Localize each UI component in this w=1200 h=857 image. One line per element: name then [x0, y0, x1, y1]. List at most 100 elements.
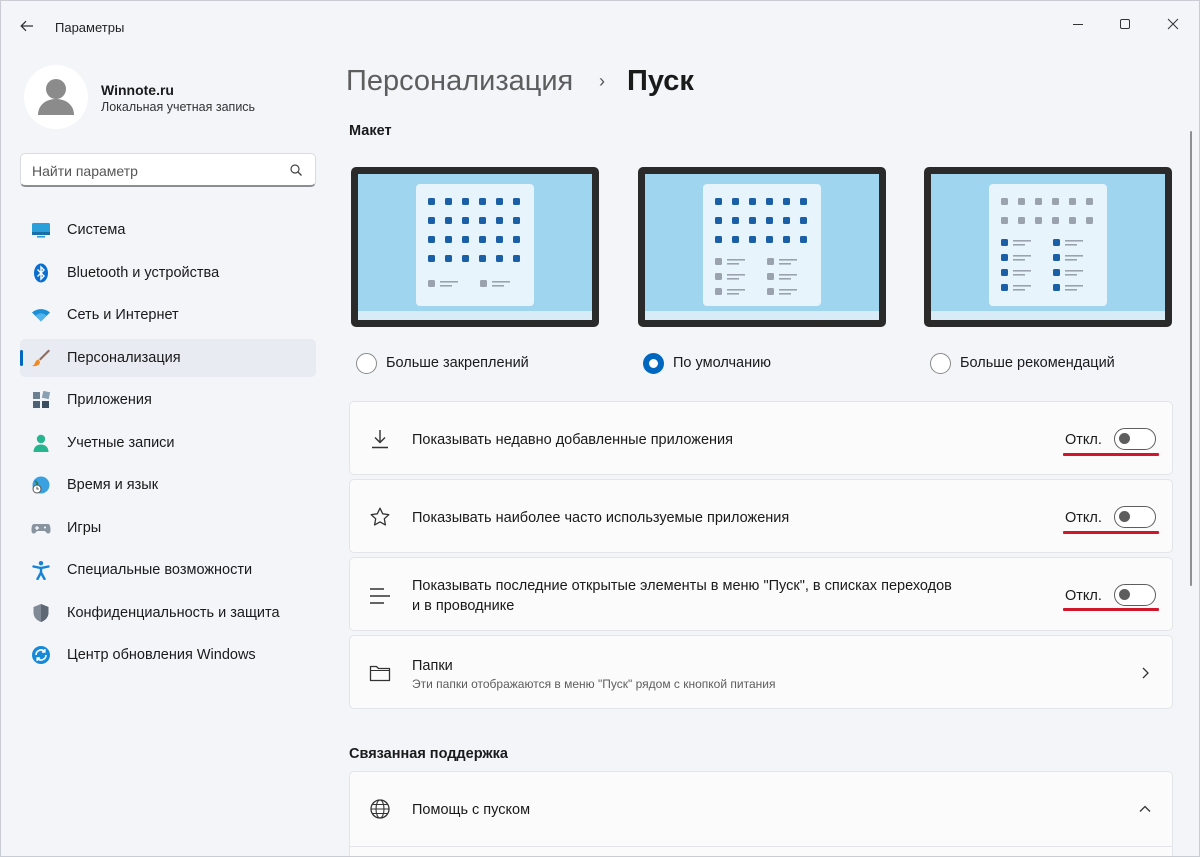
toggle-knob: [1119, 433, 1130, 444]
maximize-button[interactable]: [1102, 9, 1148, 39]
radio-button[interactable]: [930, 353, 951, 374]
preview-screen: [931, 174, 1165, 320]
highlight-underline: [1063, 453, 1159, 456]
title-bar: Параметры: [1, 1, 1199, 47]
default-grid-preview: [715, 198, 807, 295]
toggle-state: Откл.: [1065, 432, 1102, 448]
preview-screen: [358, 174, 592, 320]
accessibility-icon: [32, 561, 50, 580]
globe-icon: [370, 799, 390, 819]
vertical-scrollbar[interactable]: [1190, 131, 1192, 586]
sidebar-item-label: Система: [67, 222, 126, 238]
account-name: Winnote.ru: [101, 82, 174, 98]
close-button[interactable]: [1150, 9, 1196, 39]
layout-preview-default[interactable]: [638, 167, 886, 327]
gamepad-icon: [31, 524, 51, 534]
window-title: Параметры: [55, 20, 125, 35]
setting-label: Показывать последние открытые элементы в…: [412, 578, 952, 594]
sidebar-item-network[interactable]: Сеть и Интернет: [20, 296, 316, 334]
layout-preview-more-pins[interactable]: [351, 167, 599, 327]
person-icon: [33, 434, 49, 452]
back-button[interactable]: [15, 14, 39, 38]
download-icon: [372, 430, 388, 449]
list-icon: [370, 588, 390, 604]
sidebar-item-label: Центр обновления Windows: [67, 647, 256, 663]
toggle-switch[interactable]: [1114, 584, 1156, 606]
radio-label: Больше рекомендаций: [960, 355, 1115, 371]
setting-label-line2: и в проводнике: [412, 598, 515, 614]
sidebar-item-bluetooth[interactable]: Bluetooth и устройства: [20, 254, 316, 292]
folders-link[interactable]: Папки Эти папки отображаются в меню "Пус…: [349, 635, 1173, 709]
settings-window: Параметры Winnote.ru Локальная учетная з…: [0, 0, 1200, 857]
sidebar-item-label: Персонализация: [67, 350, 181, 366]
toggle-knob: [1119, 511, 1130, 522]
start-panel-preview: [703, 184, 821, 306]
minimize-icon: [1073, 24, 1083, 25]
sidebar-item-accessibility[interactable]: Специальные возможности: [20, 551, 316, 589]
monitor-icon: [32, 223, 50, 238]
breadcrumb-separator: ›: [599, 71, 605, 91]
account-type: Локальная учетная запись: [101, 100, 256, 114]
radio-button[interactable]: [356, 353, 377, 374]
sidebar-item-time-language[interactable]: Время и язык: [20, 466, 316, 504]
setting-most-used: Показывать наиболее часто используемые п…: [349, 479, 1173, 553]
folders-title: Папки: [412, 658, 453, 674]
sidebar-item-label: Bluetooth и устройства: [67, 265, 220, 281]
sidebar-item-label: Приложения: [67, 392, 152, 408]
search-icon: [290, 164, 302, 176]
sidebar-item-personalization[interactable]: Персонализация: [20, 339, 316, 377]
folder-icon: [369, 665, 391, 682]
close-icon: [1167, 18, 1179, 30]
toggle-state: Откл.: [1065, 510, 1102, 526]
maximize-icon: [1120, 19, 1130, 29]
sidebar-item-accounts[interactable]: Учетные записи: [20, 424, 316, 462]
chevron-right-icon: [1142, 667, 1149, 679]
minimize-button[interactable]: [1055, 9, 1101, 39]
search-placeholder: Найти параметр: [32, 163, 138, 179]
sidebar-item-gaming[interactable]: Игры: [20, 509, 316, 547]
sidebar-item-windows-update[interactable]: Центр обновления Windows: [20, 636, 316, 674]
breadcrumb-parent[interactable]: Персонализация: [346, 65, 573, 98]
page-title: Пуск: [627, 65, 694, 97]
clock-globe-icon: [32, 476, 50, 494]
arrow-left-icon: [20, 20, 33, 32]
sidebar-item-label: Учетные записи: [67, 435, 175, 451]
sidebar-item-label: Время и язык: [67, 477, 159, 493]
sidebar-item-label: Специальные возможности: [67, 562, 253, 578]
apps-icon: [33, 390, 51, 408]
highlight-underline: [1063, 531, 1159, 534]
start-panel-preview: [989, 184, 1107, 306]
setting-recent-items: Показывать последние открытые элементы в…: [349, 557, 1173, 631]
sidebar-item-label: Сеть и Интернет: [67, 307, 179, 323]
sidebar-item-apps[interactable]: Приложения: [20, 381, 316, 419]
radio-button-selected[interactable]: [643, 353, 664, 374]
avatar[interactable]: [24, 65, 88, 129]
toggle-switch[interactable]: [1114, 506, 1156, 528]
highlight-underline: [1063, 608, 1159, 611]
help-with-start-expander[interactable]: Помощь с пуском: [349, 771, 1173, 856]
setting-label: Показывать наиболее часто используемые п…: [412, 510, 790, 526]
sidebar-item-label: Игры: [67, 520, 102, 536]
sidebar-item-privacy[interactable]: Конфиденциальность и защита: [20, 594, 316, 632]
star-icon: [370, 507, 390, 526]
toggle-switch[interactable]: [1114, 428, 1156, 450]
toggle-knob: [1119, 589, 1130, 600]
folders-subtitle: Эти папки отображаются в меню "Пуск" ряд…: [412, 677, 776, 691]
radio-label: Больше закреплений: [386, 355, 529, 371]
start-panel-preview: [416, 184, 534, 306]
setting-recently-added: Показывать недавно добавленные приложени…: [349, 401, 1173, 475]
update-icon: [32, 646, 50, 664]
pins-grid-preview: [428, 198, 520, 287]
search-input[interactable]: Найти параметр: [20, 153, 316, 187]
layout-section-title: Макет: [349, 123, 392, 139]
setting-label: Показывать недавно добавленные приложени…: [412, 432, 733, 448]
shield-icon: [33, 604, 49, 622]
expander-divider: [350, 846, 1172, 847]
sidebar-item-label: Конфиденциальность и защита: [67, 605, 280, 621]
sidebar-item-system[interactable]: Система: [20, 211, 316, 249]
layout-preview-more-recommendations[interactable]: [924, 167, 1172, 327]
chevron-up-icon: [1139, 805, 1151, 812]
related-section-title: Связанная поддержка: [349, 746, 508, 762]
preview-screen: [645, 174, 879, 320]
brush-icon: [32, 349, 50, 367]
